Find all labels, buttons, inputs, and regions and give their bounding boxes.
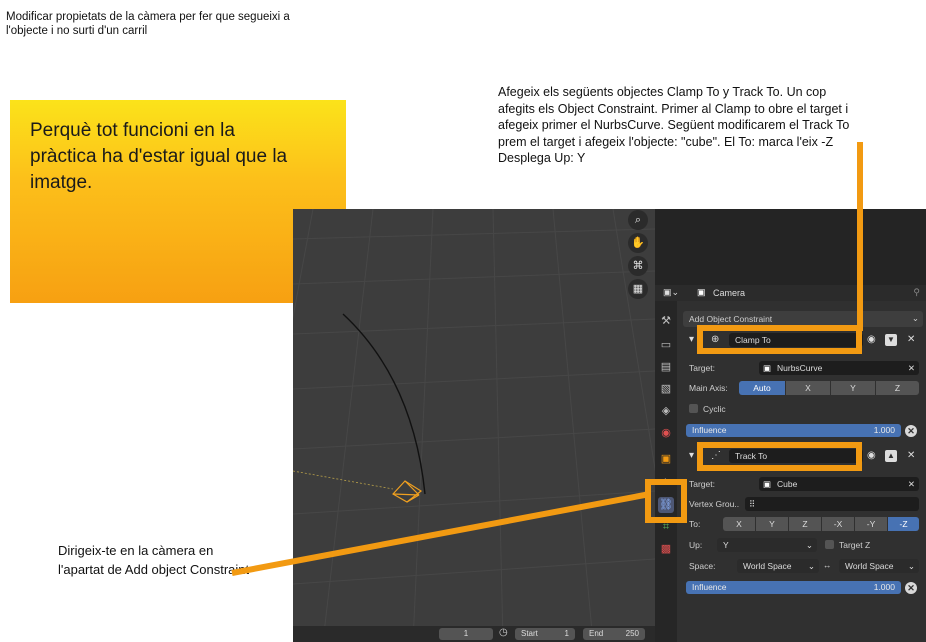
- pointer-line: [231, 491, 651, 576]
